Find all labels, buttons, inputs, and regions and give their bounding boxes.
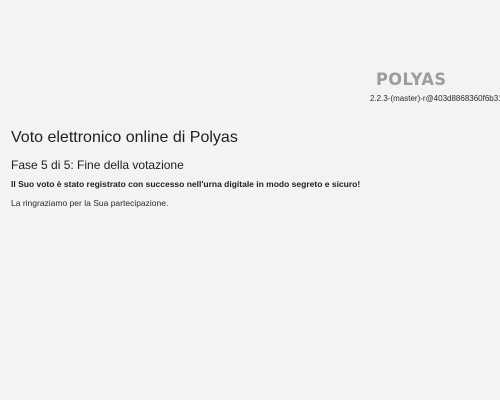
main-content: Voto elettronico online di Polyas Fase 5… <box>11 128 481 209</box>
version-label: 2.2.3-(master)-r@403d8868360f6b31 <box>370 94 500 103</box>
page-title: Voto elettronico online di Polyas <box>11 129 238 146</box>
polyas-logo: POLYAS <box>376 70 447 90</box>
success-message: Il Suo voto è stato registrato con succe… <box>11 179 361 189</box>
step-heading: Fase 5 di 5: Fine della votazione <box>11 158 184 172</box>
thanks-message: La ringraziamo per la Sua partecipazione… <box>11 198 169 208</box>
